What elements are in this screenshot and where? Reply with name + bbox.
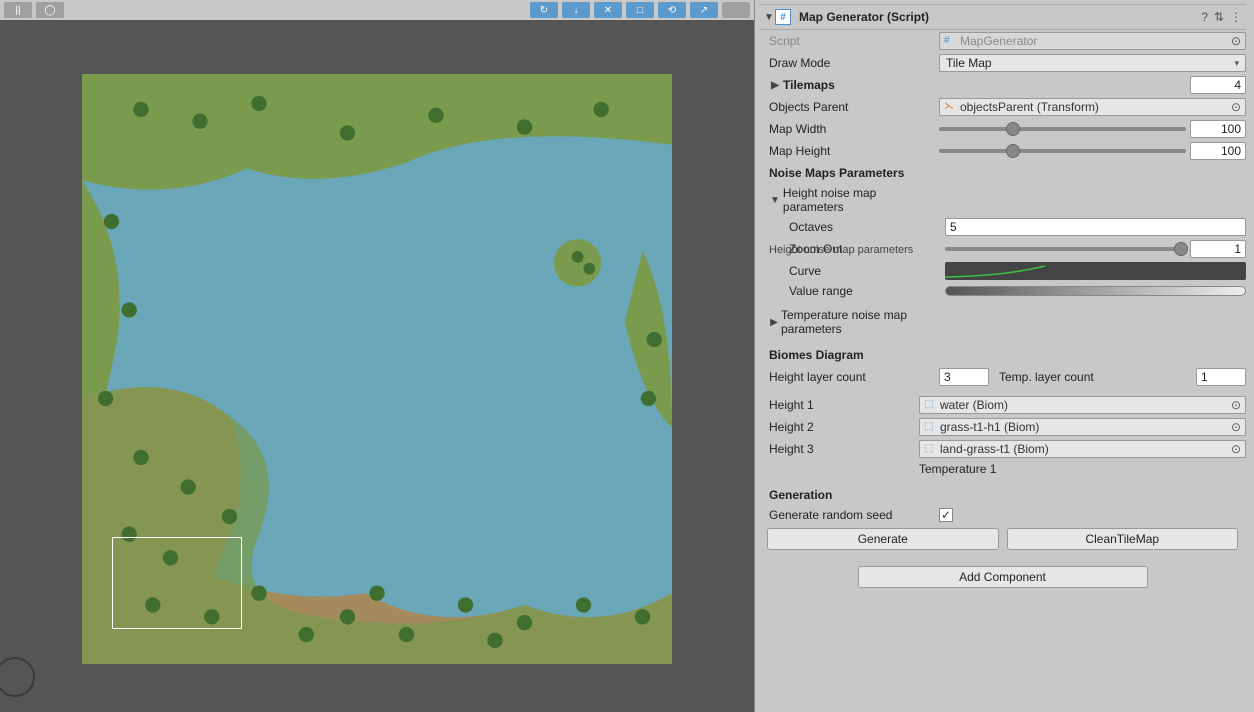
value-range-slider[interactable] — [945, 286, 1246, 296]
gizmo-circle — [0, 657, 35, 697]
biomes-header: Biomes Diagram — [759, 344, 1246, 366]
foldout-toggle[interactable]: ▼ — [763, 12, 775, 23]
curve-field[interactable] — [945, 262, 1246, 280]
zoom-out-value[interactable] — [1190, 240, 1246, 258]
help-icon[interactable]: ? — [1201, 10, 1208, 24]
map-height-label: Map Height — [769, 144, 939, 158]
random-seed-checkbox[interactable]: ✓ — [939, 508, 953, 522]
temp-noise-header[interactable]: ▶ Temperature noise map parameters — [769, 308, 939, 336]
temperature1-label: Temperature 1 — [919, 462, 996, 476]
curve-label: Curve — [789, 264, 945, 278]
tilemaps-foldout[interactable]: ▶ — [769, 80, 781, 91]
map-svg — [82, 74, 672, 664]
object-picker-icon[interactable]: ⊙ — [1231, 34, 1241, 48]
octaves-field[interactable] — [945, 218, 1246, 236]
preset-icon[interactable]: ⇅ — [1214, 10, 1224, 24]
toolbar-btn-grey[interactable] — [722, 2, 750, 18]
map-height-value[interactable] — [1190, 142, 1246, 160]
toolbar-btn-blue-2[interactable]: ↓ — [562, 2, 590, 18]
component-title: Map Generator (Script) — [799, 10, 1201, 24]
biom-icon: ⬚ — [924, 421, 936, 433]
object-picker-icon[interactable]: ⊙ — [1231, 398, 1241, 412]
random-seed-label: Generate random seed — [769, 508, 939, 522]
clean-tilemap-button[interactable]: CleanTileMap — [1007, 528, 1239, 550]
tilemaps-count[interactable] — [1190, 76, 1246, 94]
height1-field[interactable]: ⬚ water (Biom) ⊙ — [919, 396, 1246, 414]
script-value: MapGenerator — [960, 34, 1037, 48]
script-field: # MapGenerator ⊙ — [939, 32, 1246, 50]
height-noise-foldout[interactable]: ▼ — [769, 195, 781, 206]
map-width-slider[interactable] — [939, 120, 1186, 138]
toolbar-btn-blue-5[interactable]: ⟲ — [658, 2, 686, 18]
biom-icon: ⬚ — [924, 443, 936, 455]
scene-viewport[interactable]: || ◯ ↻ ↓ ✕ □ ⟲ ↗ — [0, 0, 754, 712]
objects-parent-field[interactable]: ⋋ objectsParent (Transform) ⊙ — [939, 98, 1246, 116]
drawmode-label: Draw Mode — [769, 56, 939, 70]
transform-icon: ⋋ — [944, 101, 956, 113]
toolbar-btn-blue-6[interactable]: ↗ — [690, 2, 718, 18]
height-layer-count-field[interactable] — [939, 368, 989, 386]
toolbar-btn-blue-1[interactable]: ↻ — [530, 2, 558, 18]
component-header[interactable]: ▼ # Map Generator (Script) ? ⇅ ⋮ — [759, 4, 1246, 30]
map-width-value[interactable] — [1190, 120, 1246, 138]
script-icon: # — [775, 9, 791, 25]
height3-label: Height 3 — [769, 442, 919, 456]
generation-header: Generation — [759, 484, 1246, 506]
height1-label: Height 1 — [769, 398, 919, 412]
noise-header: Noise Maps Parameters — [759, 162, 1246, 184]
objects-parent-label: Objects Parent — [769, 100, 939, 114]
height1-value: water (Biom) — [940, 398, 1008, 412]
script-asset-icon: # — [944, 35, 956, 47]
overlap-label: Height noise map parameters — [769, 244, 913, 256]
inspector-panel: ▼ # Map Generator (Script) ? ⇅ ⋮ Script … — [754, 0, 1254, 712]
value-range-label: Value range — [789, 284, 945, 298]
drawmode-dropdown[interactable]: Tile Map — [939, 54, 1246, 72]
height2-field[interactable]: ⬚ grass-t1-h1 (Biom) ⊙ — [919, 418, 1246, 436]
map-width-label: Map Width — [769, 122, 939, 136]
toolbar-btn-blue-4[interactable]: □ — [626, 2, 654, 18]
height3-value: land-grass-t1 (Biom) — [940, 442, 1049, 456]
biom-icon: ⬚ — [924, 399, 936, 411]
map-preview — [82, 74, 672, 664]
toolbar-btn[interactable]: || — [4, 2, 32, 18]
height2-value: grass-t1-h1 (Biom) — [940, 420, 1039, 434]
temp-layer-count-field[interactable] — [1196, 368, 1246, 386]
zoom-out-slider[interactable] — [945, 240, 1186, 258]
object-picker-icon[interactable]: ⊙ — [1231, 100, 1241, 114]
temp-layer-count-label: Temp. layer count — [999, 370, 1094, 384]
map-height-slider[interactable] — [939, 142, 1186, 160]
height-noise-header[interactable]: ▼ Height noise map parameters — [769, 186, 939, 214]
menu-icon[interactable]: ⋮ — [1230, 10, 1242, 24]
octaves-label: Octaves — [789, 220, 945, 234]
add-component-button[interactable]: Add Component — [858, 566, 1148, 588]
toolbar-btn-blue-3[interactable]: ✕ — [594, 2, 622, 18]
height-layer-count-label: Height layer count — [769, 370, 939, 384]
temp-noise-foldout[interactable]: ▶ — [769, 317, 779, 328]
object-picker-icon[interactable]: ⊙ — [1231, 420, 1241, 434]
height2-label: Height 2 — [769, 420, 919, 434]
objects-parent-value: objectsParent (Transform) — [960, 100, 1099, 114]
tilemaps-label[interactable]: ▶ Tilemaps — [769, 78, 939, 92]
toolbar-btn-circle[interactable]: ◯ — [36, 2, 64, 18]
scene-toolbar: || ◯ ↻ ↓ ✕ □ ⟲ ↗ — [0, 0, 754, 20]
height3-field[interactable]: ⬚ land-grass-t1 (Biom) ⊙ — [919, 440, 1246, 458]
generate-button[interactable]: Generate — [767, 528, 999, 550]
script-label: Script — [769, 34, 939, 48]
object-picker-icon[interactable]: ⊙ — [1231, 442, 1241, 456]
drawmode-value: Tile Map — [946, 56, 992, 70]
